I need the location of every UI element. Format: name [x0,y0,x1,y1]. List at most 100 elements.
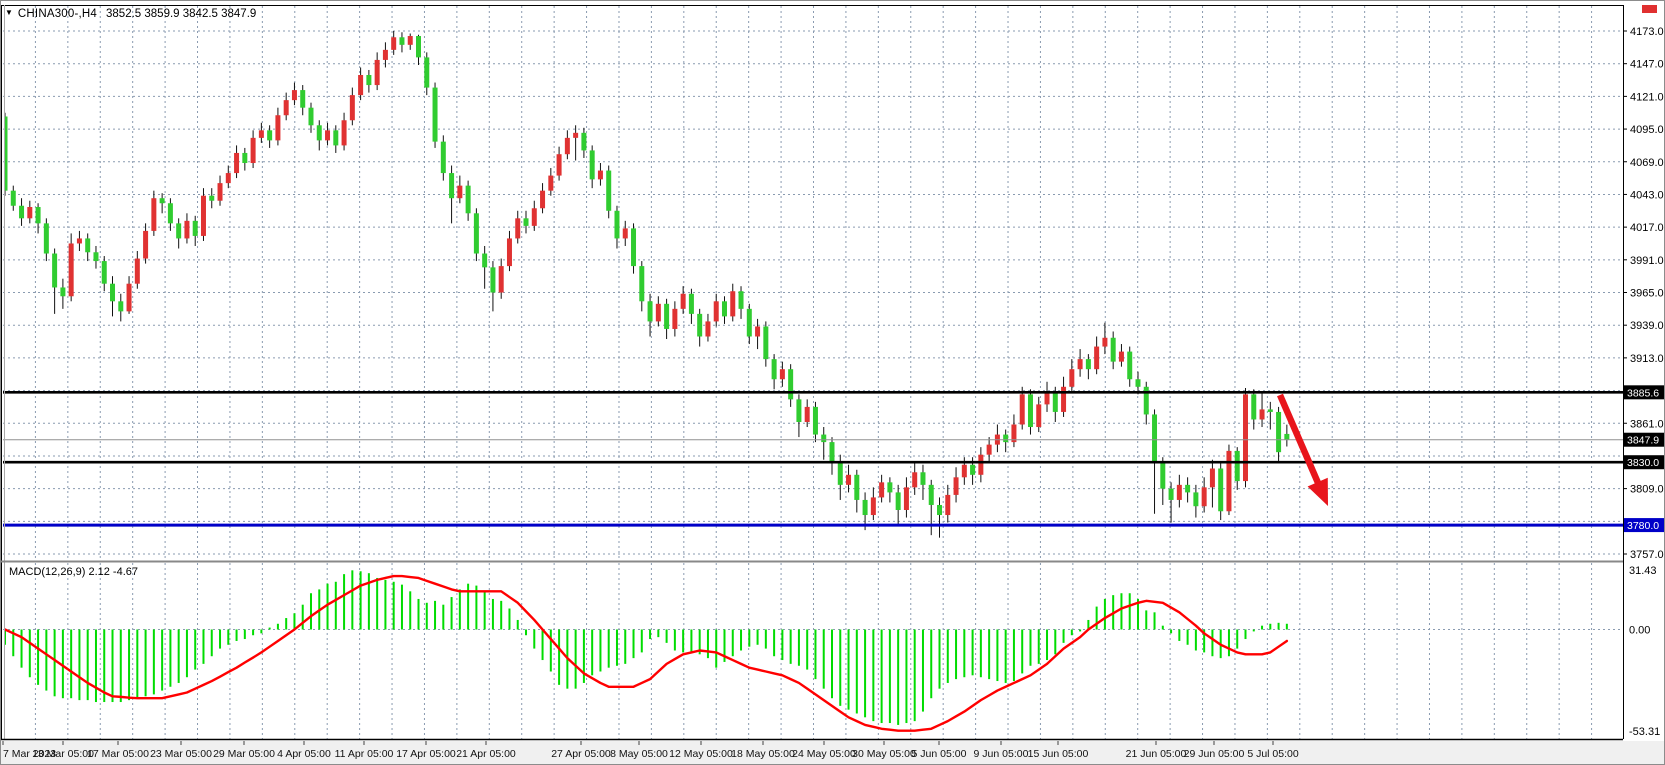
macd-histogram-bar [1037,629,1040,664]
candle-down [52,253,58,288]
macd-histogram-bar [450,597,453,630]
macd-histogram-bar [260,629,263,634]
macd-histogram-bar [1161,625,1164,630]
candle-down [895,492,901,510]
candle-up [126,283,132,312]
candle-down [267,130,273,141]
time-tick-label[interactable]: 12 May 05:00 [669,748,733,760]
macd-histogram-bar [938,629,941,689]
candle-up [961,464,967,478]
candle-up [531,208,537,226]
candle-down [242,152,248,164]
time-tick-label[interactable]: 11 Apr 05:00 [335,748,394,760]
candle-up [1176,484,1182,500]
candle-down [465,185,471,214]
candle-up [382,49,388,60]
candle-up [1259,409,1265,420]
time-tick-label[interactable]: 21 Jun 05:00 [1126,748,1187,760]
macd-histogram-bar [946,629,949,683]
time-tick-label[interactable]: 24 May 05:00 [792,748,856,760]
candle-up [622,228,628,239]
symbol-dropdown-icon[interactable]: ▼ [5,8,13,17]
time-tick-label[interactable]: 9 Jun 05:00 [974,748,1029,760]
candle-down [366,75,372,86]
time-tick-label[interactable]: 4 Apr 05:00 [277,748,331,760]
macd-histogram-bar [252,629,255,636]
macd-histogram-bar [773,629,776,657]
candle-up [341,120,347,146]
macd-histogram-bar [525,629,528,636]
macd-histogram-bar [1095,606,1098,630]
macd-histogram-bar [1153,612,1156,630]
candle-down [167,203,173,224]
time-tick-label[interactable]: 8 May 05:00 [610,748,668,760]
candle-down [209,195,215,201]
time-tick-label[interactable]: 27 Apr 05:00 [551,748,611,760]
candle-down [101,261,107,284]
candle-down [1135,379,1141,387]
candle-down [837,462,843,485]
candle-up [912,472,918,488]
candle-down [416,36,421,58]
price-badge-label: 3847.9 [1627,435,1659,447]
candle-up [573,132,579,138]
candle-down [614,210,620,239]
macd-histogram-bar [640,629,643,653]
time-tick-label[interactable]: 15 Jun 05:00 [1028,748,1089,760]
candle-down [697,313,703,337]
time-tick-label[interactable]: 17 Apr 05:00 [396,748,456,760]
chart-shift-marker[interactable] [1642,5,1657,13]
time-tick-label[interactable]: 21 Apr 05:00 [456,748,516,760]
macd-histogram-bar [1103,598,1106,630]
macd-histogram-bar [334,581,337,630]
macd-histogram-bar [128,629,131,701]
time-tick-label[interactable]: 13 Mar 05:00 [32,748,94,760]
macd-histogram-bar [1178,629,1181,641]
time-tick-label[interactable]: 18 May 05:00 [731,748,795,760]
time-tick-label[interactable]: 29 Mar 05:00 [213,748,275,760]
candle-down [316,125,322,141]
macd-histogram-bar [1244,629,1247,640]
macd-histogram-bar [781,629,784,661]
candle-up [755,326,761,337]
macd-histogram-bar [897,629,900,725]
time-tick-label[interactable]: 17 Mar 05:00 [87,748,149,760]
candle-down [829,442,835,463]
chart-canvas[interactable]: 4173.0 4147.0 4121.0 4095.0 4069.0 4043.0 4017… [1,1,1665,765]
time-tick-label[interactable]: 5 Jul 05:00 [1247,748,1299,760]
macd-histogram-bar [400,584,403,630]
candle-up [945,494,951,516]
candle-down [937,504,943,516]
macd-histogram-bar [1145,610,1148,630]
macd-histogram-bar [764,629,767,649]
price-tick-label: 3991.0 [1630,255,1664,267]
time-tick-label[interactable]: 5 Jun 05:00 [912,748,967,760]
time-tick-label[interactable]: 29 Jun 05:00 [1184,748,1245,760]
time-tick-label[interactable]: 30 May 05:00 [852,748,916,760]
macd-histogram-bar [169,629,172,687]
candle-down [118,301,124,312]
macd-histogram-bar [1128,593,1131,630]
macd-histogram-bar [301,604,304,630]
macd-histogram-bar [235,629,238,641]
candle-down [631,228,637,267]
candle-up [1077,359,1083,370]
macd-histogram-bar [458,589,461,630]
macd-histogram-bar [814,629,817,680]
macd-histogram-bar [359,571,362,630]
candle-down [85,238,91,253]
candle-up [291,90,297,101]
time-tick-label[interactable]: 23 Mar 05:00 [150,748,212,760]
macd-histogram-bar [1012,629,1015,682]
price-tick-label: 3757.0 [1630,549,1664,561]
macd-histogram-bar [657,629,660,638]
candle-up [713,301,719,322]
candle-up [498,266,504,293]
candle-down [482,253,488,268]
macd-histogram-bar [706,629,709,659]
macd-histogram-bar [417,598,420,630]
candle-down [300,90,306,108]
candle-down [821,434,827,443]
macd-histogram-bar [78,629,81,701]
macd-histogram-bar [392,581,395,630]
